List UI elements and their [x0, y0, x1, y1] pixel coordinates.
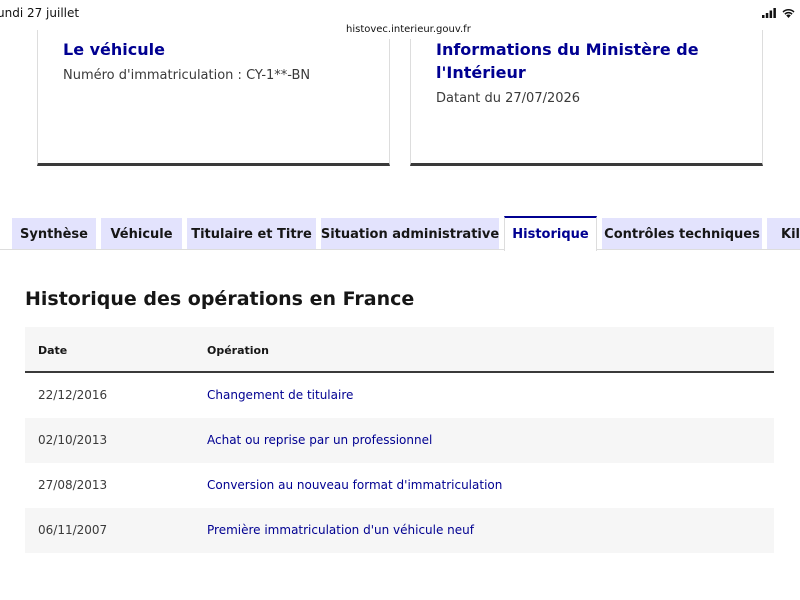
- row-operation[interactable]: Changement de titulaire: [207, 388, 353, 402]
- address-bar-url[interactable]: histovec.interieur.gouv.fr: [334, 21, 483, 39]
- table-row: 06/11/2007 Première immatriculation d'un…: [25, 508, 774, 553]
- status-bar: undi 27 juillet histovec.interieur.gouv.…: [0, 0, 800, 39]
- row-date: 02/10/2013: [38, 433, 108, 447]
- row-date: 27/08/2013: [38, 478, 108, 492]
- row-date: 06/11/2007: [38, 523, 108, 537]
- table-row: 27/08/2013 Conversion au nouveau format …: [25, 463, 774, 508]
- table-header: Date Opération: [25, 327, 774, 373]
- tab-vehicule[interactable]: Véhicule: [101, 218, 182, 250]
- tab-kilometrage[interactable]: Kil: [767, 218, 800, 250]
- tab-historique[interactable]: Historique: [504, 216, 597, 251]
- table-row: 02/10/2013 Achat ou reprise par un profe…: [25, 418, 774, 463]
- row-operation[interactable]: Achat ou reprise par un professionnel: [207, 433, 432, 447]
- tab-synthese[interactable]: Synthèse: [12, 218, 96, 250]
- vehicle-card: Le véhicule Numéro d'immatriculation : C…: [37, 30, 390, 166]
- tab-situation-administrative[interactable]: Situation administrative: [321, 218, 499, 250]
- row-operation[interactable]: Conversion au nouveau format d'immatricu…: [207, 478, 502, 492]
- plate-number: Numéro d'immatriculation : CY-1**-BN: [63, 68, 311, 83]
- tab-list: Synthèse Véhicule Titulaire et Titre Sit…: [0, 216, 800, 251]
- column-header-operation: Opération: [207, 344, 269, 357]
- ministry-card-title: Informations du Ministère de l'Intérieur: [436, 40, 699, 82]
- tab-controles-techniques[interactable]: Contrôles techniques: [602, 218, 762, 250]
- signal-icon: [762, 7, 776, 18]
- section-title: Historique des opérations en France: [25, 288, 415, 310]
- status-time: undi 27 juillet: [0, 6, 80, 20]
- vehicle-card-title: Le véhicule: [63, 40, 165, 59]
- ministry-card: Informations du Ministère de l'Intérieur…: [410, 30, 763, 166]
- data-date: Datant du 27/07/2026: [436, 91, 581, 106]
- row-operation[interactable]: Première immatriculation d'un véhicule n…: [207, 523, 474, 537]
- table-row: 22/12/2016 Changement de titulaire: [25, 373, 774, 418]
- tab-titulaire[interactable]: Titulaire et Titre: [187, 218, 316, 250]
- status-icons: 9: [762, 6, 800, 19]
- history-panel: Historique des opérations en France Date…: [0, 249, 800, 600]
- wifi-icon: [782, 8, 795, 18]
- column-header-date: Date: [38, 344, 68, 357]
- row-date: 22/12/2016: [38, 388, 108, 402]
- operations-table: Date Opération 22/12/2016 Changement de …: [25, 327, 774, 553]
